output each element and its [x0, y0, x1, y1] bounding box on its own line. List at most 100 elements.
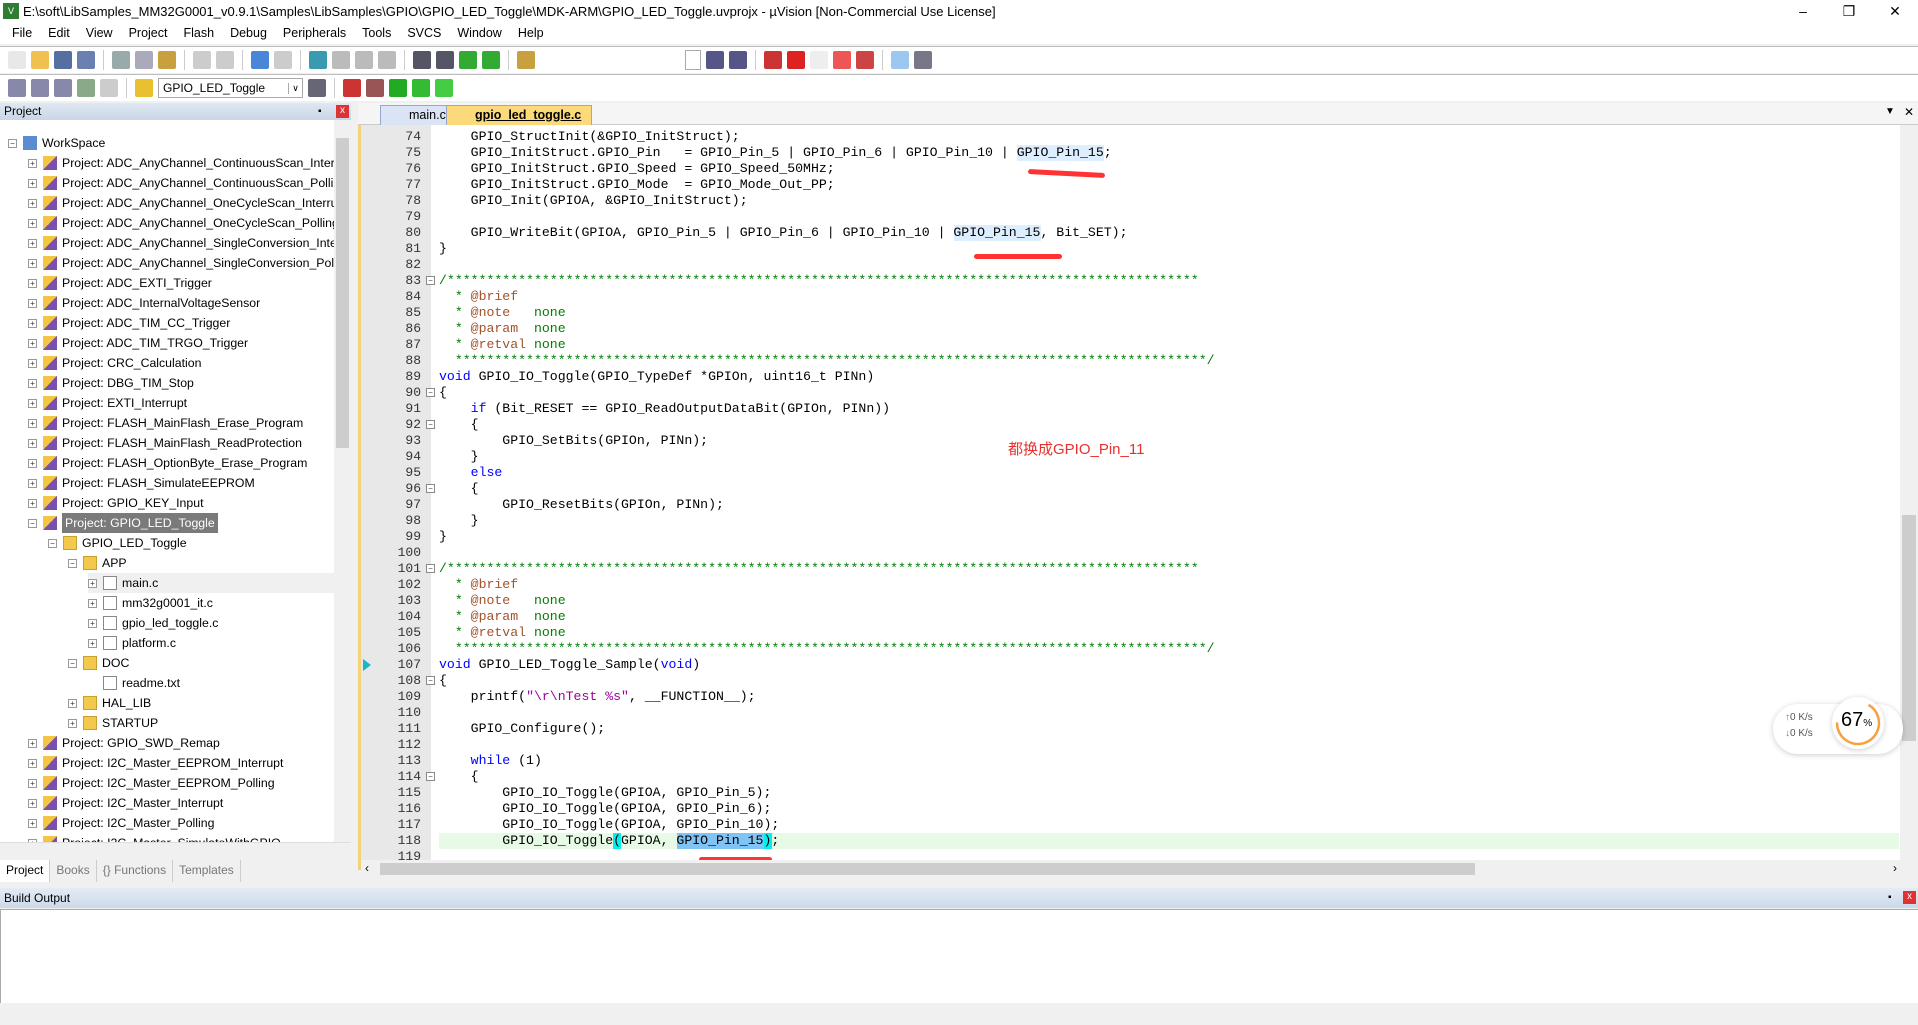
tree-item[interactable]: + HAL_LIB	[68, 693, 151, 713]
build-output-area[interactable]	[0, 909, 1918, 1003]
code-line[interactable]: {	[439, 673, 447, 689]
comment-icon[interactable]	[459, 51, 477, 69]
tree-item[interactable]: + Project: ADC_AnyChannel_OneCycleScan_In…	[28, 193, 334, 213]
expand-toggle-icon[interactable]: −	[48, 538, 57, 548]
tree-item[interactable]: − Project: GPIO_LED_Toggle	[28, 513, 218, 533]
tree-item[interactable]: + gpio_led_toggle.c	[88, 613, 218, 633]
pin-icon[interactable]: ▪	[318, 103, 322, 120]
expand-toggle-icon[interactable]: +	[28, 458, 37, 468]
fold-toggle-icon[interactable]: −	[426, 772, 435, 781]
code-line[interactable]: {	[439, 481, 479, 497]
target-options-icon[interactable]	[308, 79, 326, 97]
menu-edit[interactable]: Edit	[40, 26, 78, 40]
tree-item[interactable]: + Project: I2C_Master_EEPROM_Polling	[28, 773, 275, 793]
configure-icon[interactable]	[914, 51, 932, 69]
more-breakpoints-icon[interactable]	[856, 51, 874, 69]
expand-toggle-icon[interactable]: +	[28, 258, 37, 268]
expand-toggle-icon[interactable]: +	[68, 698, 77, 708]
tree-item[interactable]: + main.c	[88, 573, 334, 593]
code-line[interactable]: GPIO_StructInit(&GPIO_InitStruct);	[439, 129, 740, 145]
expand-toggle-icon[interactable]: +	[28, 358, 37, 368]
expand-toggle-icon[interactable]: +	[28, 238, 37, 248]
rebuild-icon[interactable]	[54, 79, 72, 97]
next-bookmark-icon[interactable]	[355, 51, 373, 69]
find-icon[interactable]	[729, 51, 747, 69]
tree-item[interactable]: +Project: I2C_Master_SimulateWithGPIO	[28, 833, 281, 842]
code-line[interactable]: * @brief	[439, 289, 518, 305]
editor-hscroll-thumb[interactable]	[380, 863, 1475, 875]
code-line[interactable]: {	[439, 769, 479, 785]
tree-item[interactable]: + Project: DBG_TIM_Stop	[28, 373, 194, 393]
expand-toggle-icon[interactable]: +	[28, 298, 37, 308]
pack-installer-icon[interactable]	[412, 79, 430, 97]
menu-project[interactable]: Project	[121, 26, 176, 40]
tree-item[interactable]: + STARTUP	[68, 713, 158, 733]
editor-vertical-scrollbar[interactable]	[1900, 125, 1918, 870]
tree-item[interactable]: − WorkSpace	[8, 133, 105, 153]
close-tab-button[interactable]: ✕	[1904, 105, 1914, 119]
select-packs-icon[interactable]	[389, 79, 407, 97]
build-icon[interactable]	[31, 79, 49, 97]
code-line[interactable]: GPIO_WriteBit(GPIOA, GPIO_Pin_5 | GPIO_P…	[439, 225, 1128, 241]
code-line[interactable]: if (Bit_RESET == GPIO_ReadOutputDataBit(…	[439, 401, 890, 417]
code-line[interactable]: while (1)	[439, 753, 542, 769]
paste-icon[interactable]	[158, 51, 176, 69]
tree-item[interactable]: − DOC	[68, 653, 129, 673]
menu-file[interactable]: File	[4, 26, 40, 40]
expand-toggle-icon[interactable]: +	[28, 438, 37, 448]
panel-tab-1[interactable]: Books	[50, 860, 97, 882]
expand-toggle-icon[interactable]: +	[88, 618, 97, 628]
batch-build-icon[interactable]	[77, 79, 95, 97]
close-window-button[interactable]: ✕	[1872, 0, 1918, 22]
code-line[interactable]: GPIO_Init(GPIOA, &GPIO_InitStruct);	[439, 193, 748, 209]
expand-toggle-icon[interactable]: +	[28, 278, 37, 288]
menu-help[interactable]: Help	[510, 26, 552, 40]
expand-toggle-icon[interactable]: −	[68, 658, 77, 668]
code-line[interactable]: }	[439, 529, 447, 545]
load-download-icon[interactable]	[135, 79, 153, 97]
open-file-icon[interactable]	[31, 51, 49, 69]
expand-toggle-icon[interactable]: +	[88, 578, 97, 588]
fold-toggle-icon[interactable]: −	[426, 276, 435, 285]
indent-icon[interactable]	[413, 51, 431, 69]
code-line[interactable]: void GPIO_LED_Toggle_Sample(void)	[439, 657, 700, 673]
scroll-right-icon[interactable]: ›	[1893, 861, 1897, 875]
memory-usage-gauge[interactable]: 67%	[1832, 697, 1884, 749]
tree-item[interactable]: + Project: I2C_Master_Interrupt	[28, 793, 223, 813]
redo-icon[interactable]	[216, 51, 234, 69]
tree-item[interactable]: + Project: EXTI_Interrupt	[28, 393, 187, 413]
code-line[interactable]: * @brief	[439, 577, 518, 593]
expand-toggle-icon[interactable]: +	[28, 218, 37, 228]
code-line[interactable]: * @note none	[439, 305, 566, 321]
tree-item[interactable]: readme.txt	[88, 673, 180, 693]
tree-item[interactable]: + Project: ADC_AnyChannel_ContinuousScan_…	[28, 153, 334, 173]
tree-item[interactable]: + Project: ADC_InternalVoltageSensor	[28, 293, 260, 313]
code-line[interactable]: GPIO_IO_Toggle(GPIOA, GPIO_Pin_5);	[439, 785, 771, 801]
uncomment-icon[interactable]	[482, 51, 500, 69]
expand-toggle-icon[interactable]: +	[28, 198, 37, 208]
pin-icon[interactable]: ▪	[1888, 888, 1892, 908]
forward-icon[interactable]	[274, 51, 292, 69]
tree-item[interactable]: − GPIO_LED_Toggle	[48, 533, 187, 553]
code-line[interactable]: /***************************************…	[439, 561, 1199, 577]
clear-bookmarks-icon[interactable]	[378, 51, 396, 69]
tab-gpio-led-toggle-c[interactable]: gpio_led_toggle.c	[446, 105, 593, 125]
code-line[interactable]: {	[439, 417, 479, 433]
tree-item[interactable]: + Project: ADC_EXTI_Trigger	[28, 273, 212, 293]
code-line[interactable]: GPIO_InitStruct.GPIO_Mode = GPIO_Mode_Ou…	[439, 177, 835, 193]
code-line[interactable]: /***************************************…	[439, 273, 1199, 289]
expand-toggle-icon[interactable]: +	[28, 798, 37, 808]
menu-svcs[interactable]: SVCS	[399, 26, 449, 40]
code-line[interactable]: ****************************************…	[439, 641, 1215, 657]
expand-toggle-icon[interactable]: +	[28, 758, 37, 768]
fold-toggle-icon[interactable]: −	[426, 420, 435, 429]
kill-breakpoints-icon[interactable]	[833, 51, 851, 69]
expand-toggle-icon[interactable]: +	[28, 478, 37, 488]
fold-toggle-icon[interactable]: −	[426, 676, 435, 685]
tree-item[interactable]: + Project: CRC_Calculation	[28, 353, 201, 373]
project-horizontal-scrollbar[interactable]	[0, 842, 351, 859]
tree-item[interactable]: + Project: ADC_AnyChannel_SingleConversio…	[28, 233, 334, 253]
save-icon[interactable]	[54, 51, 72, 69]
expand-toggle-icon[interactable]: +	[28, 178, 37, 188]
tree-item[interactable]: + Project: FLASH_MainFlash_Erase_Program	[28, 413, 303, 433]
